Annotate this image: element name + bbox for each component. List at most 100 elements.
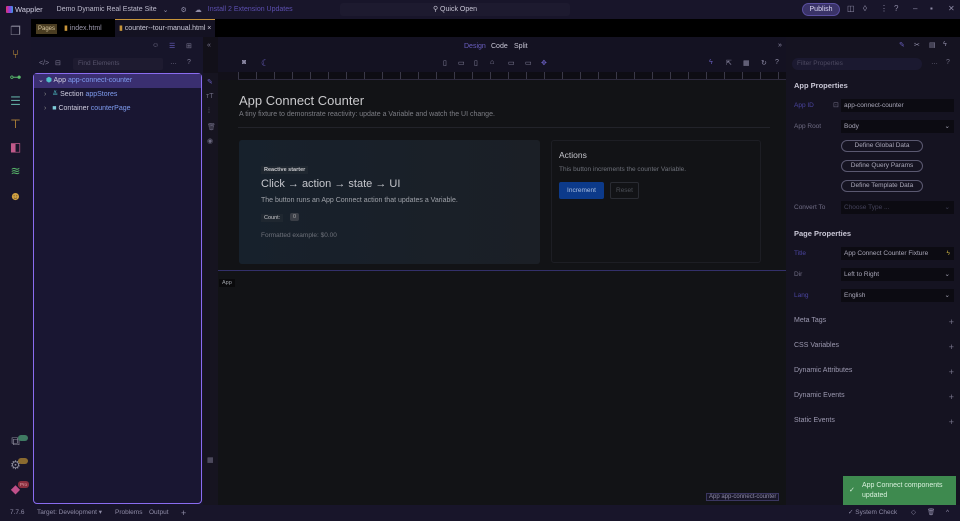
help-icon[interactable]: ?	[187, 59, 191, 66]
eye-icon[interactable]: ◉	[207, 137, 213, 145]
convert-to-select[interactable]: Choose Type ... ⌄	[841, 201, 954, 214]
plus-icon[interactable]: +	[949, 342, 954, 352]
layers-icon[interactable]: ≋	[8, 164, 23, 178]
quick-open-input[interactable]: ⚲ Quick Open	[340, 3, 570, 16]
api-icon[interactable]: ⊤	[8, 117, 23, 131]
eraser-icon[interactable]: ◇	[911, 505, 916, 521]
help-icon[interactable]: ?	[894, 4, 898, 13]
cloud-upload-icon[interactable]: ☁	[195, 6, 202, 14]
plus-icon[interactable]: +	[949, 317, 954, 327]
plus-icon[interactable]: +	[949, 417, 954, 427]
site-selector[interactable]: Demo Dynamic Real Estate Site	[57, 6, 157, 13]
app-id-field[interactable]: app-connect-counter	[841, 99, 954, 112]
text-icon[interactable]: тT	[206, 93, 213, 100]
target-selector[interactable]: Target: Development ▾	[37, 505, 102, 521]
breadcrumb-tag[interactable]: App app-connect-counter	[706, 493, 780, 501]
robot-icon[interactable]: ☻	[8, 189, 23, 203]
tree-item-app[interactable]: ⌄ ⬢ App app-connect-counter	[34, 74, 201, 88]
chevron-down-icon[interactable]: ⌄	[38, 77, 44, 84]
tree-item-container[interactable]: › ■ Container counterPage	[34, 102, 201, 116]
app-root-select[interactable]: Body ⌄	[841, 120, 954, 133]
tab-counter-tour-manual[interactable]: ▮ counter--tour-manual.html ×	[115, 19, 216, 37]
database-icon[interactable]: ☰	[8, 94, 23, 108]
align-icon[interactable]: ⁞	[208, 108, 210, 115]
tab-index-html[interactable]: ▮ index.html	[64, 22, 102, 36]
close-tab-icon[interactable]: ×	[207, 25, 211, 32]
move-icon[interactable]: ✥	[541, 59, 547, 67]
tree-item-section[interactable]: › ≚ Section appStores	[34, 88, 201, 102]
workflow-icon[interactable]: ⊶	[8, 70, 23, 84]
laptop-icon[interactable]: ⌂	[490, 59, 494, 66]
section-css-variables[interactable]: CSS Variables +	[794, 342, 954, 352]
chevron-down-icon[interactable]: ⌄	[163, 6, 169, 14]
wide-desktop-icon[interactable]: ▭	[525, 59, 532, 67]
qr-icon[interactable]: ▦	[743, 59, 750, 67]
mode-split[interactable]: Split	[514, 43, 528, 50]
camera-icon[interactable]: ◙	[242, 59, 246, 66]
section-static-events[interactable]: Static Events +	[794, 417, 954, 427]
lightning-icon[interactable]: ϟ	[947, 247, 950, 260]
expand-panel-icon[interactable]: »	[778, 42, 782, 49]
robot-icon[interactable]: ☺	[152, 42, 159, 49]
git-icon[interactable]: ⑂	[8, 47, 23, 61]
define-global-data-button[interactable]: Define Global Data	[841, 140, 923, 152]
plus-icon[interactable]: +	[949, 392, 954, 402]
list-icon[interactable]: ☰	[169, 42, 175, 50]
dark-mode-icon[interactable]: ☾	[261, 58, 269, 69]
trash-icon[interactable]: 🗑	[207, 123, 216, 131]
gear-icon[interactable]: ⚙	[181, 6, 187, 14]
desktop-icon[interactable]: ▭	[508, 59, 515, 67]
theme-drop-icon[interactable]: ◊	[863, 4, 867, 13]
extension-updates-link[interactable]: Install 2 Extension Updates	[208, 6, 293, 13]
css-icon[interactable]: ▤	[929, 41, 936, 49]
lightning-icon[interactable]: ϟ	[709, 59, 713, 66]
share-icon[interactable]: ⇱	[726, 59, 732, 67]
dir-select[interactable]: Left to Right ⌄	[841, 268, 954, 281]
components-icon[interactable]: ⊟	[55, 59, 61, 67]
minimize-icon[interactable]: –	[913, 4, 917, 13]
problems-tab[interactable]: Problems	[115, 505, 142, 521]
define-template-data-button[interactable]: Define Template Data	[841, 180, 923, 192]
chevron-right-icon[interactable]: ›	[44, 105, 46, 112]
assets-icon[interactable]: ◧	[8, 140, 23, 154]
chevron-up-icon[interactable]: ^	[946, 505, 949, 521]
section-dynamic-attributes[interactable]: Dynamic Attributes +	[794, 367, 954, 377]
add-icon[interactable]: +	[181, 505, 186, 521]
code-icon[interactable]: </>	[39, 60, 49, 67]
layout-icon[interactable]: ◫	[847, 4, 855, 13]
notification-toast[interactable]: ✓ App Connect components updated	[843, 476, 956, 506]
section-meta-tags[interactable]: Meta Tags +	[794, 317, 954, 327]
edit-icon[interactable]: ✎	[899, 41, 905, 49]
lightning-icon[interactable]: ϟ	[943, 41, 947, 48]
lang-select[interactable]: English ⌄	[841, 289, 954, 302]
tablet-icon[interactable]: ▭	[458, 59, 465, 67]
output-tab[interactable]: Output	[149, 505, 169, 521]
system-check-button[interactable]: ✓ System Check	[848, 505, 897, 521]
sitemap-icon[interactable]: ⊞	[186, 42, 192, 50]
help-icon[interactable]: ?	[946, 59, 950, 66]
plus-icon[interactable]: +	[949, 367, 954, 377]
trash-icon[interactable]: 🗑	[927, 505, 935, 521]
increment-button[interactable]: Increment	[559, 182, 604, 199]
grid-icon[interactable]: ▦	[207, 456, 214, 464]
more-icon[interactable]: …	[170, 59, 177, 66]
edit-icon[interactable]: ✎	[207, 78, 213, 86]
reset-button[interactable]: Reset	[610, 182, 639, 199]
refresh-icon[interactable]: ↻	[761, 59, 767, 67]
publish-button[interactable]: Publish	[802, 3, 840, 16]
filter-properties-input[interactable]: Filter Properties	[792, 58, 922, 70]
help-icon[interactable]: ?	[775, 59, 779, 66]
mode-code[interactable]: Code	[491, 43, 508, 50]
chevron-right-icon[interactable]: ›	[44, 91, 46, 98]
tablet-portrait-icon[interactable]: ▯	[474, 59, 478, 67]
maximize-icon[interactable]: ▪	[930, 4, 933, 13]
more-icon[interactable]: …	[931, 59, 938, 66]
mobile-icon[interactable]: ▯	[443, 59, 447, 67]
page-title-field[interactable]: App Connect Counter Fixture ϟ	[841, 247, 954, 260]
more-vertical-icon[interactable]: ⋮	[880, 4, 888, 13]
mode-design[interactable]: Design	[464, 43, 486, 50]
tools-icon[interactable]: ✂	[914, 41, 920, 49]
define-query-params-button[interactable]: Define Query Params	[841, 160, 923, 172]
find-elements-input[interactable]: Find Elements	[73, 58, 163, 70]
section-dynamic-events[interactable]: Dynamic Events +	[794, 392, 954, 402]
